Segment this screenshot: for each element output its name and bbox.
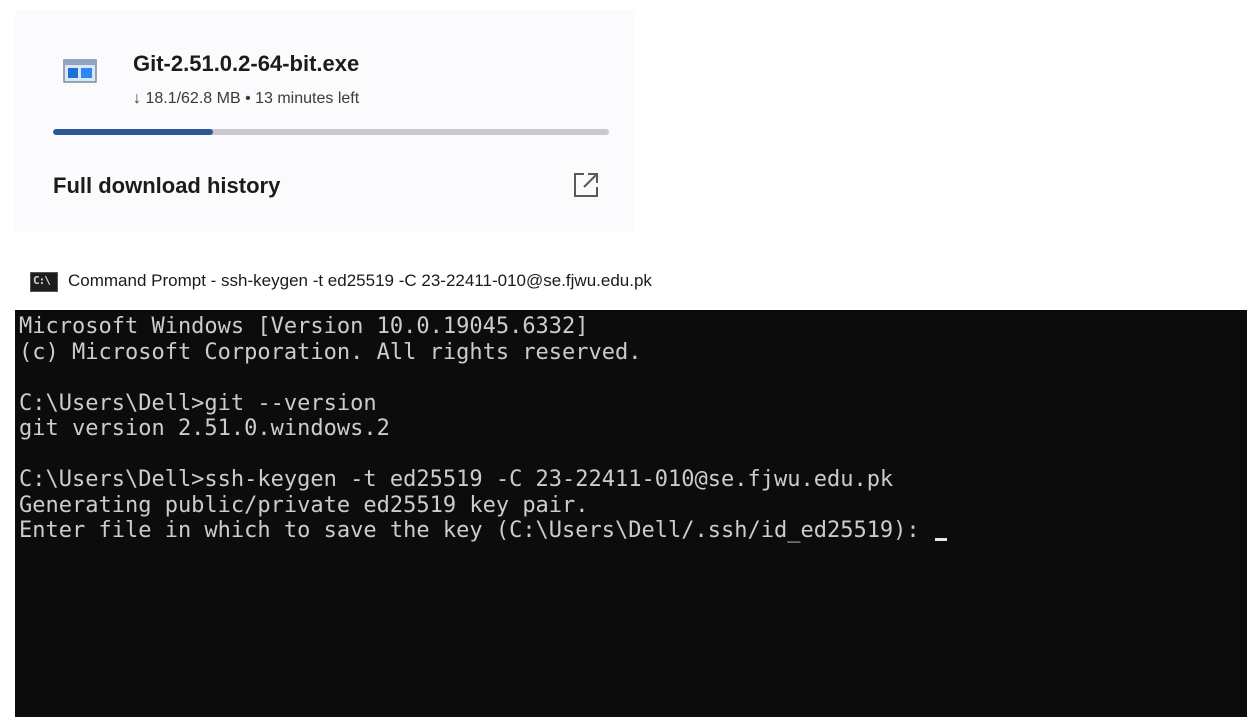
full-download-history-link[interactable]: Full download history — [53, 173, 280, 199]
installer-file-icon — [63, 57, 97, 85]
download-file-name[interactable]: Git-2.51.0.2-64-bit.exe — [133, 51, 359, 77]
console-line: (c) Microsoft Corporation. All rights re… — [19, 339, 642, 365]
command-prompt-icon: C:\ — [30, 272, 58, 292]
console-area[interactable]: Microsoft Windows [Version 10.0.19045.63… — [15, 310, 1247, 717]
text-cursor — [934, 538, 947, 541]
download-progress-fill — [53, 129, 214, 135]
console-output: Microsoft Windows [Version 10.0.19045.63… — [19, 314, 947, 544]
command-prompt-titlebar[interactable]: C:\ Command Prompt - ssh-keygen -t ed255… — [30, 266, 1230, 296]
console-line: Generating public/private ed25519 key pa… — [19, 492, 589, 518]
console-line: git version 2.51.0.windows.2 — [19, 416, 390, 441]
download-progress-bar — [53, 129, 609, 135]
command-prompt-icon-label: C:\ — [33, 274, 51, 287]
download-panel: Git-2.51.0.2-64-bit.exe ↓ 18.1/62.8 MB •… — [15, 10, 635, 232]
download-status: ↓ 18.1/62.8 MB • 13 minutes left — [133, 90, 360, 107]
open-external-icon[interactable] — [571, 170, 601, 200]
console-line: C:\Users\Dell>ssh-keygen -t ed25519 -C 2… — [19, 467, 894, 492]
window-title: Command Prompt - ssh-keygen -t ed25519 -… — [68, 271, 652, 290]
console-line: Microsoft Windows [Version 10.0.19045.63… — [19, 314, 589, 339]
console-line: Enter file in which to save the key (C:\… — [19, 518, 947, 544]
console-line: C:\Users\Dell>git --version — [19, 390, 377, 416]
